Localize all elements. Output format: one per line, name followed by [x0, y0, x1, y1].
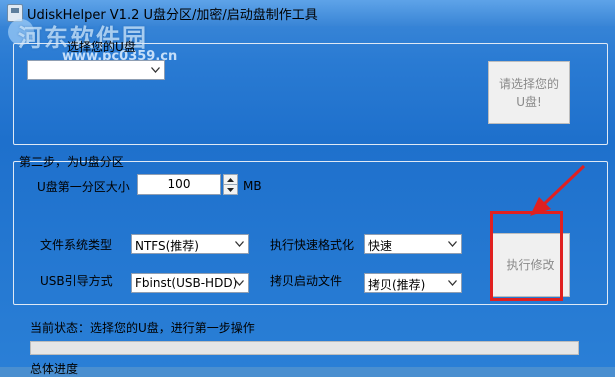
- choose-disk-button[interactable]: 请选择您的U盘!: [488, 61, 570, 124]
- stepper-down-icon[interactable]: [224, 185, 237, 194]
- partition-size-unit: MB: [243, 179, 262, 193]
- partition-size-input[interactable]: 100: [137, 174, 221, 195]
- chevron-down-icon: [444, 274, 461, 292]
- chevron-down-icon: [231, 235, 248, 253]
- copy-boot-label: 拷贝启动文件: [270, 274, 343, 288]
- copy-boot-value: 拷贝(推荐): [368, 278, 426, 292]
- step1-label: 选择您的U盘: [67, 40, 136, 54]
- boot-mode-select[interactable]: Fbinst(USB-HDD): [131, 273, 249, 293]
- choose-disk-button-label: 请选择您的U盘!: [498, 76, 559, 109]
- boot-mode-value: Fbinst(USB-HDD): [135, 276, 238, 290]
- app-window: UdiskHelper V1.2 U盘分区/加密/启动盘制作工具 河东软件园 w…: [0, 0, 615, 376]
- partition-size-stepper[interactable]: [223, 174, 238, 195]
- copy-boot-select[interactable]: 拷贝(推荐): [364, 273, 462, 293]
- fs-type-value: NTFS(推荐): [135, 239, 199, 253]
- stepper-up-icon[interactable]: [224, 175, 237, 185]
- current-status-text: 当前状态：选择您的U盘，进行第一步操作: [30, 321, 255, 335]
- boot-mode-label: USB引导方式: [40, 274, 113, 288]
- partition-size-label: U盘第一分区大小: [37, 180, 130, 194]
- fs-type-label: 文件系统类型: [40, 238, 113, 252]
- annotation-highlight-box: [490, 211, 563, 301]
- fs-type-select[interactable]: NTFS(推荐): [131, 234, 249, 254]
- chevron-down-icon: [147, 61, 164, 79]
- chevron-down-icon: [444, 235, 461, 253]
- chevron-down-icon: [231, 274, 248, 292]
- overall-progress-label: 总体进度: [30, 362, 79, 376]
- quick-format-label: 执行快速格式化: [270, 238, 355, 252]
- annotation-arrow-icon: [530, 164, 586, 216]
- disk-select[interactable]: [27, 60, 165, 80]
- step-progress-bar: [30, 341, 579, 355]
- quick-format-value: 快速: [368, 239, 393, 253]
- quick-format-select[interactable]: 快速: [364, 234, 462, 254]
- step2-label: 第二步，为U盘分区: [19, 155, 124, 169]
